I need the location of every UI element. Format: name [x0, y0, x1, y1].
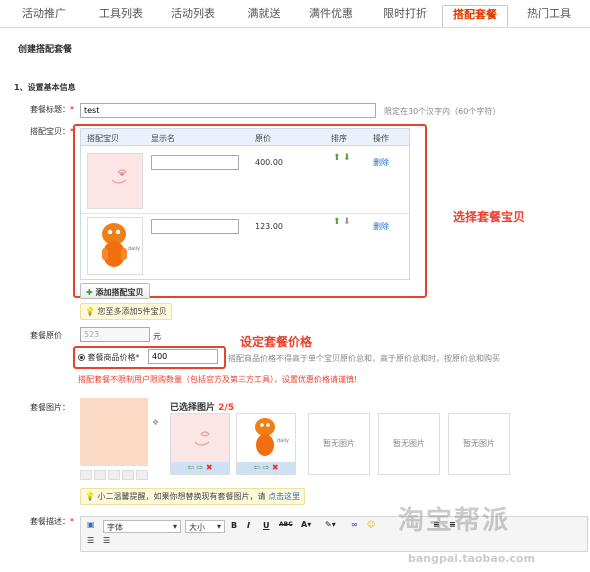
- item-thumbnail-1: [87, 153, 143, 209]
- package-price-input[interactable]: [148, 349, 218, 364]
- click-here-link[interactable]: 点击这里: [268, 492, 300, 501]
- watermark-logo: 淘宝帮派: [398, 506, 511, 536]
- strikethrough-button[interactable]: ABC: [279, 521, 293, 528]
- tab-tool-list[interactable]: 工具列表: [88, 5, 154, 27]
- image-controls[interactable]: ⇦ ⇨ ✖: [171, 462, 229, 474]
- item-display-name-input-1[interactable]: [151, 155, 239, 170]
- package-title-input[interactable]: [80, 103, 376, 118]
- lightbulb-icon: 💡: [85, 307, 95, 316]
- bold-button[interactable]: B: [231, 521, 237, 530]
- emoji-icon[interactable]: ☺: [367, 520, 375, 529]
- italic-button[interactable]: I: [247, 521, 250, 530]
- annotation-select-items: 选择套餐宝贝: [453, 210, 526, 224]
- tab-full-gift[interactable]: 满就送: [236, 5, 292, 27]
- tab-activity-list[interactable]: 活动列表: [160, 5, 226, 27]
- item-price-1: 400.00: [255, 158, 283, 167]
- watermark-url: bangpai.taobao.com: [408, 552, 536, 565]
- svg-text:daily: daily: [277, 438, 289, 444]
- taobao-doll-icon: daily: [255, 418, 289, 456]
- empty-image-slot-5[interactable]: 暂无图片: [448, 413, 510, 475]
- selected-images-title: 已选择图片 2/5: [170, 403, 234, 413]
- original-price-input: [80, 327, 150, 342]
- taobao-doll-icon: daily: [102, 223, 140, 267]
- description-label: 套餐描述：*: [30, 517, 74, 526]
- font-family-dropdown[interactable]: 字体 ▾: [103, 520, 181, 533]
- lightbulb-icon: 💡: [85, 492, 95, 501]
- highlight-icon[interactable]: ✎▾: [325, 520, 336, 529]
- arrow-right-icon: ❖: [152, 418, 160, 427]
- items-label: 搭配宝贝：*: [30, 127, 74, 136]
- tab-hot-tools[interactable]: 热门工具: [516, 5, 582, 27]
- plus-icon: ✚: [86, 288, 93, 297]
- items-table: 搭配宝贝 显示名 原价 排序 操作 400.00 ⬆ ⬇ 删除 daily 12…: [80, 128, 410, 280]
- header-action: 操作: [373, 134, 389, 143]
- page-title: 创建搭配套餐: [18, 45, 73, 55]
- underline-button[interactable]: U: [263, 521, 270, 530]
- selected-image-2[interactable]: daily ⇦ ⇨ ✖: [236, 413, 296, 475]
- item-thumbnail-2: daily: [87, 217, 143, 275]
- image-controls[interactable]: ⇦ ⇨ ✖: [237, 462, 295, 474]
- list-icon[interactable]: ☰: [87, 536, 94, 545]
- selected-image-1[interactable]: ⇦ ⇨ ✖: [170, 413, 230, 475]
- header-item: 搭配宝贝: [87, 134, 119, 143]
- link-icon[interactable]: ∞: [351, 520, 358, 529]
- item-delete-link-1[interactable]: 删除: [373, 157, 389, 168]
- sort-up-icon[interactable]: ⬆: [333, 153, 341, 163]
- editor-toolbar: ▣ 字体 ▾ 大小 ▾ B I U ABC A▾ ✎▾ ∞ ☺ ≡ ≡ ☰ ☰: [80, 516, 588, 552]
- item-price-2: 123.00: [255, 222, 283, 231]
- item-delete-link-2[interactable]: 删除: [373, 221, 389, 232]
- package-price-hint: 搭配商品价格不得高于单个宝贝原价总和，高于原价总和时，按原价总和购买: [228, 354, 500, 363]
- annotation-set-price: 设定套餐价格: [240, 335, 313, 349]
- sort-down-icon[interactable]: ⬇: [343, 217, 351, 227]
- tab-time-discount[interactable]: 限时打折: [372, 5, 438, 27]
- taobao-doll-icon: [194, 431, 210, 446]
- tab-combo-package[interactable]: 搭配套餐: [442, 5, 508, 27]
- add-item-tip: 💡 您至多添加5件宝贝: [80, 303, 172, 320]
- tab-piece-discount[interactable]: 满件优惠: [298, 5, 364, 27]
- radio-selected-icon[interactable]: [78, 354, 85, 361]
- sort-down-icon[interactable]: ⬇: [343, 153, 351, 163]
- header-price: 原价: [255, 134, 271, 143]
- empty-image-slot-4[interactable]: 暂无图片: [378, 413, 440, 475]
- font-color-icon[interactable]: A▾: [301, 520, 311, 529]
- tab-activity-promotion[interactable]: 活动推广: [14, 5, 74, 27]
- section-title: 1、设置基本信息: [14, 83, 76, 92]
- row-divider: [81, 213, 409, 214]
- header-display-name: 显示名: [151, 134, 175, 143]
- package-images-label: 套餐图片：: [30, 403, 70, 412]
- font-size-dropdown[interactable]: 大小 ▾: [185, 520, 225, 533]
- taobao-doll-icon: [111, 169, 127, 184]
- sort-up-icon[interactable]: ⬆: [333, 217, 341, 227]
- image-thumb-strip: [80, 470, 148, 480]
- package-title-hint: 限定在30个汉字内（60个字符）: [384, 107, 501, 116]
- replace-image-tip: 💡 小二温馨提醒，如果你想替换现有套餐图片，请 点击这里: [80, 488, 306, 505]
- source-icon[interactable]: ▣: [87, 520, 95, 529]
- add-item-button[interactable]: ✚ 添加搭配宝贝: [80, 283, 150, 299]
- original-price-label: 套餐原价: [30, 331, 62, 340]
- package-price-label: 套餐商品价格*: [78, 352, 140, 363]
- items-table-header: 搭配宝贝 显示名 原价 排序 操作: [81, 129, 409, 146]
- package-price-warning: 搭配套餐不限制用户限购数量（包括官方及第三方工具），设置优惠价格请谨慎!: [78, 375, 358, 384]
- svg-text:daily: daily: [128, 246, 140, 252]
- empty-image-slot-3[interactable]: 暂无图片: [308, 413, 370, 475]
- tab-bar: 活动推广 工具列表 活动列表 满就送 满件优惠 限时打折 搭配套餐 热门工具: [0, 0, 590, 28]
- package-title-label: 套餐标题：*: [30, 105, 74, 114]
- indent-icon[interactable]: ☰: [103, 536, 110, 545]
- header-sort: 排序: [331, 134, 347, 143]
- item-display-name-input-2[interactable]: [151, 219, 239, 234]
- main-image-preview: [80, 398, 148, 466]
- original-price-unit: 元: [153, 332, 161, 341]
